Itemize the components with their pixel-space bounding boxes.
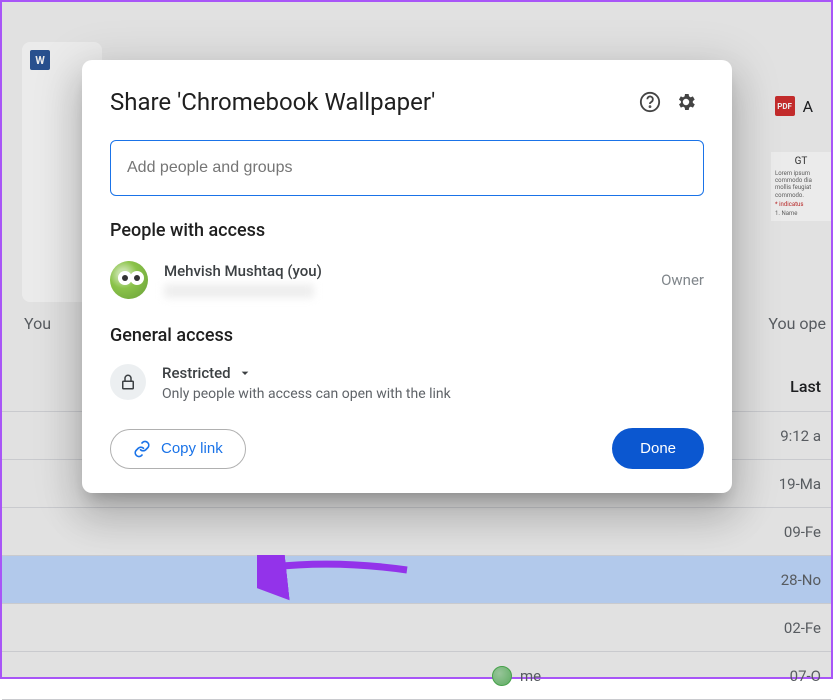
dialog-title: Share 'Chromebook Wallpaper': [110, 88, 632, 116]
bg-row: 02-Fe: [2, 604, 831, 652]
access-description: Only people with access can open with th…: [162, 386, 704, 402]
bg-you-opened-label: You ope: [768, 314, 826, 333]
copy-link-label: Copy link: [161, 440, 223, 457]
person-email-blurred: [164, 284, 314, 298]
caret-down-icon: [237, 365, 253, 381]
people-section-title: People with access: [110, 220, 704, 241]
access-label-text: Restricted: [162, 364, 231, 382]
bg-row-selected: 28-No: [2, 556, 831, 604]
lock-icon: [119, 373, 137, 391]
settings-button[interactable]: [668, 84, 704, 120]
access-dropdown[interactable]: Restricted: [162, 364, 704, 382]
general-access-title: General access: [110, 325, 704, 346]
person-name: Mehvish Mushtaq (you): [164, 262, 661, 280]
bg-row: me 07-O: [2, 652, 831, 700]
word-file-icon: W: [30, 50, 50, 70]
access-icon-circle: [110, 364, 146, 400]
owner-avatar-icon: [492, 666, 512, 686]
share-dialog: Share 'Chromebook Wallpaper' People with…: [82, 60, 732, 493]
help-button[interactable]: [632, 84, 668, 120]
person-row: Mehvish Mushtaq (you) Owner: [110, 253, 704, 307]
doc-thumbnail: GT Lorem ipsumcommodo diamollis feugiatc…: [771, 152, 831, 221]
link-icon: [133, 440, 151, 458]
done-button[interactable]: Done: [612, 428, 704, 469]
bg-pdf-label: A: [803, 97, 813, 116]
copy-link-button[interactable]: Copy link: [110, 429, 246, 469]
gear-icon: [675, 91, 697, 113]
bg-you-label: You: [24, 314, 51, 333]
person-role: Owner: [661, 271, 704, 289]
user-avatar: [110, 261, 148, 299]
add-people-input[interactable]: [110, 140, 704, 196]
pdf-file-icon: PDF: [775, 96, 795, 116]
help-icon: [639, 91, 661, 113]
bg-row: 09-Fe: [2, 508, 831, 556]
